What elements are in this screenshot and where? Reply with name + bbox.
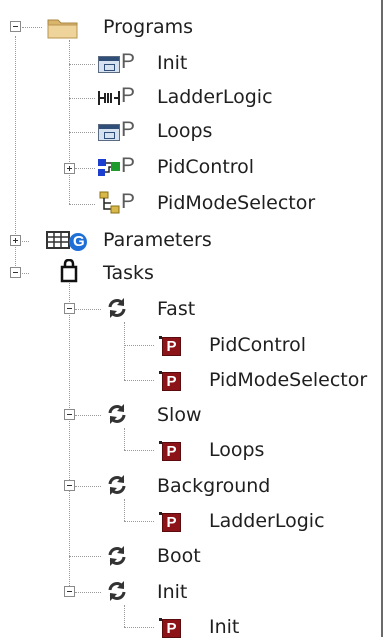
program-pidcontrol-label: PidControl: [157, 155, 255, 178]
collapse-fast-button[interactable]: [64, 303, 75, 314]
program-loops-label: Loops: [157, 119, 213, 142]
tree-line: [75, 415, 101, 416]
program-badge-icon: P: [159, 336, 181, 356]
tree-node-program-pidcontrol[interactable]: PidControl: [157, 150, 254, 184]
tree-line: [124, 450, 154, 451]
tasks-bag-icon: [60, 259, 78, 283]
tree-line: [75, 486, 101, 487]
collapse-slow-button[interactable]: [64, 409, 75, 420]
tree-line: [124, 499, 125, 521]
program-badge-icon: P: [159, 441, 181, 461]
task-fast-label: Fast: [157, 297, 196, 320]
parameters-badge-letter: G: [73, 233, 85, 250]
programs-label: Programs: [103, 15, 194, 38]
program-badge-letter: P: [166, 338, 177, 355]
tree-line: [124, 345, 154, 346]
task-cycle-icon: [108, 404, 126, 424]
tree-line: [75, 309, 101, 310]
tree-node-task-slow[interactable]: Slow: [157, 398, 202, 432]
task-cycle-icon: [108, 581, 126, 601]
program-badge-letter: P: [166, 443, 177, 460]
task-program-label: Init: [209, 615, 240, 638]
tree-node-task-init-init[interactable]: Init: [209, 610, 239, 644]
program-badge-icon: P: [159, 512, 181, 532]
tree-line: [124, 322, 125, 380]
program-letter-icon: P: [121, 118, 136, 141]
tree-line: [69, 204, 95, 205]
parameters-label: Parameters: [103, 228, 212, 251]
tree-node-task-background[interactable]: Background: [157, 469, 270, 503]
collapse-init-task-button[interactable]: [64, 586, 75, 597]
program-badge-icon: P: [159, 371, 181, 391]
tree-line: [69, 98, 95, 99]
ladder-icon: [98, 91, 120, 105]
task-init-label: Init: [157, 580, 188, 603]
program-ladderlogic-label: LadderLogic: [157, 85, 273, 108]
tree-line: [124, 428, 125, 450]
tree-line: [124, 605, 125, 627]
program-icon: [98, 124, 120, 141]
task-slow-label: Slow: [157, 403, 202, 426]
tree-node-parameters[interactable]: Parameters: [103, 223, 212, 257]
tree-line: [124, 521, 154, 522]
tree-line: [69, 132, 95, 133]
tree-node-tasks[interactable]: Tasks: [103, 256, 154, 290]
program-badge-letter: P: [166, 514, 177, 531]
task-program-label: PidModeSelector: [209, 368, 368, 391]
tasks-label: Tasks: [103, 261, 154, 284]
program-init-label: Init: [157, 51, 188, 74]
tree-node-program-init[interactable]: Init: [157, 46, 187, 80]
task-boot-label: Boot: [157, 544, 201, 567]
tree-node-task-init[interactable]: Init: [157, 575, 187, 609]
tree-node-program-loops[interactable]: Loops: [157, 114, 212, 148]
task-cycle-icon: [108, 475, 126, 495]
sfc-icon: [99, 191, 120, 214]
task-program-label: Loops: [209, 438, 265, 461]
tree-node-programs[interactable]: Programs: [103, 10, 193, 44]
tree-line: [22, 27, 42, 28]
program-badge-letter: P: [166, 373, 177, 390]
collapse-programs-button[interactable]: [10, 21, 21, 32]
program-badge-icon: P: [159, 618, 181, 638]
expand-pidcontrol-button[interactable]: [64, 163, 75, 174]
tree-node-task-boot[interactable]: Boot: [157, 539, 201, 573]
tree-node-task-background-ladderlogic[interactable]: LadderLogic: [209, 504, 325, 538]
folder-icon: [47, 19, 78, 39]
collapse-background-button[interactable]: [64, 480, 75, 491]
tree-line: [75, 168, 95, 169]
task-cycle-icon: [108, 298, 126, 318]
tree-line: [124, 380, 154, 381]
collapse-tasks-button[interactable]: [10, 267, 21, 278]
task-program-label: PidControl: [209, 333, 307, 356]
program-letter-icon: P: [121, 84, 136, 107]
tree-node-task-fast[interactable]: Fast: [157, 292, 195, 326]
task-cycle-icon: [108, 546, 126, 566]
tree-line: [124, 627, 154, 628]
tree-node-task-fast-pidcontrol[interactable]: PidControl: [209, 328, 306, 362]
expand-parameters-button[interactable]: [10, 235, 21, 246]
tree-line: [69, 556, 101, 557]
program-badge-letter: P: [166, 620, 177, 637]
program-letter-icon: P: [121, 50, 136, 73]
program-icon: [98, 56, 120, 73]
task-background-label: Background: [157, 474, 271, 497]
tree-line: [69, 64, 95, 65]
tree-node-task-slow-loops[interactable]: Loops: [209, 433, 264, 467]
program-pidmodeselector-label: PidModeSelector: [157, 191, 316, 214]
tree-node-program-pidmodeselector[interactable]: PidModeSelector: [157, 186, 315, 220]
function-block-icon: [98, 159, 120, 176]
tree-node-task-fast-pidmodeselector[interactable]: PidModeSelector: [209, 363, 367, 397]
program-letter-icon: P: [121, 154, 136, 177]
tree-node-program-ladderlogic[interactable]: LadderLogic: [157, 80, 273, 114]
task-program-label: LadderLogic: [209, 509, 325, 532]
program-letter-icon: P: [121, 190, 136, 213]
project-tree-panel: Programs P Init P LadderLogic P Loops P …: [0, 0, 383, 638]
tree-line: [69, 280, 70, 592]
tree-line: [75, 592, 101, 593]
